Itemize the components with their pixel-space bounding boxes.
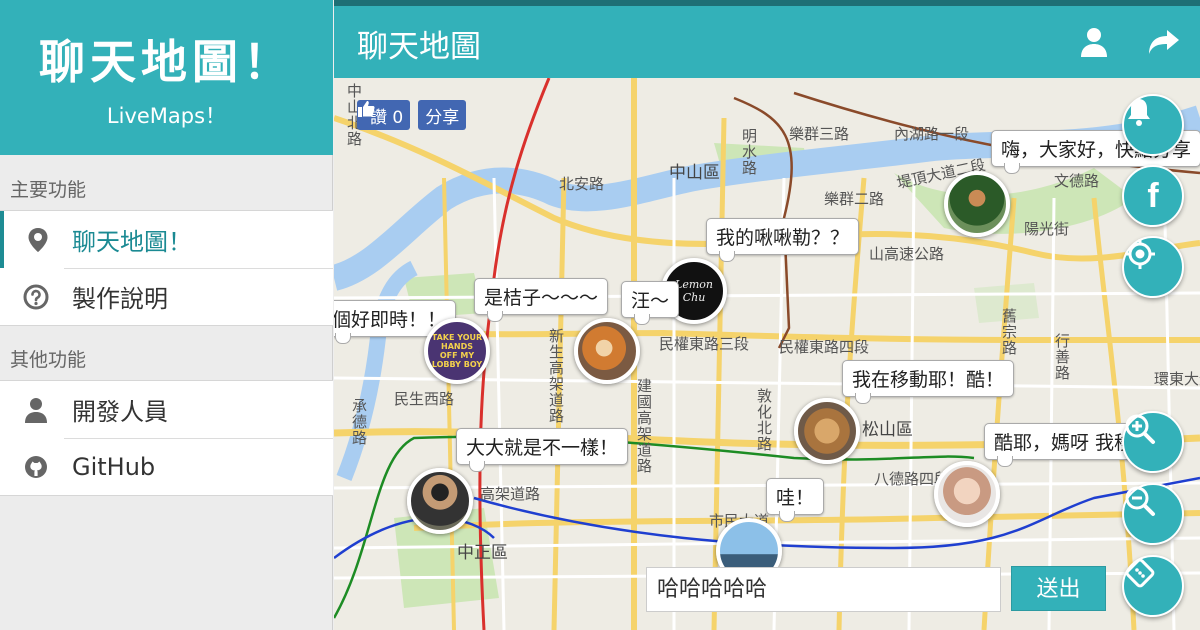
map-label: 新生高架道路 (547, 328, 565, 424)
main-panel: 聊天地圖 中山區 北安路 樂群三路 樂群二路 堤頂大道二段 明水路 內湖路一段 … (334, 0, 1200, 630)
user-icon[interactable] (1074, 22, 1114, 62)
sidebar: 聊天地圖！ LiveMaps！ 主要功能 聊天地圖！ 製作說明 其他功能 開發人… (0, 0, 333, 630)
map-label: 樂群三路 (789, 125, 850, 143)
map-label: 樂群二路 (824, 190, 885, 208)
map-pin-icon (4, 227, 72, 253)
chat-bubble: 汪～ (621, 281, 680, 325)
map-label: 北安路 (559, 175, 605, 193)
brand-title: 聊天地圖！ (39, 35, 294, 89)
facebook-icon: f (1147, 176, 1159, 215)
app-root: 聊天地圖！ LiveMaps！ 主要功能 聊天地圖！ 製作說明 其他功能 開發人… (0, 0, 1200, 630)
avatar-man-outdoors[interactable] (944, 171, 1010, 237)
app-header: 聊天地圖 (334, 0, 1200, 78)
brand-subtitle: LiveMaps！ (106, 104, 227, 128)
map-label: 陽光街 (1024, 220, 1070, 238)
avatar-lobby-boy[interactable]: TAKE YOUR HANDS OFF MY LOBBY BOY (424, 318, 490, 384)
menu-item-label: 聊天地圖！ (72, 228, 192, 256)
map-label: 明水路 (740, 128, 758, 176)
zoom-in-button[interactable] (1122, 411, 1184, 473)
chat-message-input[interactable]: 哈哈哈哈哈 (646, 567, 1001, 612)
map-label: 松山區 (862, 420, 913, 440)
menu-item-label: 製作說明 (72, 285, 168, 313)
map-label: 民權東路四段 (779, 338, 870, 356)
fb-share-button[interactable]: 分享 (418, 100, 467, 130)
locate-button[interactable] (1122, 236, 1184, 298)
facebook-like-widget: 讚 0 分享 (357, 100, 467, 130)
user-icon (0, 397, 72, 423)
facebook-button[interactable]: f (1122, 165, 1184, 227)
send-button[interactable]: 送出 (1011, 566, 1106, 611)
chat-bubble: 是桔子～～～ (474, 278, 609, 322)
zoom-out-button[interactable] (1122, 483, 1184, 545)
share-arrow-icon[interactable] (1144, 22, 1184, 62)
fb-like-button[interactable]: 讚 0 (357, 100, 411, 130)
menu-item-github[interactable]: GitHub (0, 438, 333, 495)
chat-bubble: 哇！ (766, 478, 825, 522)
map-label: 承德路 (350, 398, 368, 446)
menu-item-label: 開發人員 (72, 398, 168, 426)
map-label: 行善路 (1053, 333, 1071, 381)
help-circle-icon (0, 284, 72, 310)
map-label: 中山區 (669, 163, 720, 183)
chat-bubble: 大大就是不一樣！ (456, 428, 629, 472)
avatar-child[interactable] (934, 461, 1000, 527)
menu-item-how-made[interactable]: 製作說明 (0, 268, 333, 325)
map-view[interactable]: 中山區 北安路 樂群三路 樂群二路 堤頂大道二段 明水路 內湖路一段 陽光街 文… (334, 78, 1200, 630)
brand-header: 聊天地圖！ LiveMaps！ (0, 0, 333, 155)
map-label: 環東大道 (1154, 370, 1200, 388)
section-label-other: 其他功能 (10, 349, 87, 371)
section-label-main: 主要功能 (10, 179, 87, 201)
map-label: 舊宗路 (1000, 308, 1018, 356)
menu-group-other: 開發人員 GitHub (0, 380, 333, 496)
map-label: 建國高架道路 (635, 378, 653, 474)
menu-item-developers[interactable]: 開發人員 (0, 381, 333, 438)
map-label: 內湖路一段 (894, 125, 970, 143)
map-label: 中正區 (457, 543, 508, 563)
github-icon (0, 455, 72, 479)
chat-bubble: 我的啾啾勒？？ (706, 218, 860, 262)
page-title: 聊天地圖 (357, 29, 481, 65)
avatar-cat[interactable] (794, 398, 860, 464)
map-label: 高架道路 (480, 485, 541, 503)
notifications-button[interactable] (1122, 94, 1184, 156)
avatar-man-with-hat[interactable] (407, 468, 473, 534)
lobby-boy-badge-text: TAKE YOUR HANDS OFF MY LOBBY BOY (431, 333, 483, 369)
map-label: 民權東路三段 (659, 335, 750, 353)
menu-item-chat-map[interactable]: 聊天地圖！ (0, 211, 333, 268)
map-label: 敦化北路 (755, 388, 773, 452)
menu-item-label: GitHub (72, 452, 156, 481)
map-label: 山高速公路 (869, 245, 945, 263)
menu-group-main: 聊天地圖！ 製作說明 (0, 210, 333, 326)
map-label: 民生西路 (394, 390, 455, 408)
avatar-shiba-dog[interactable] (574, 318, 640, 384)
map-label: 文德路 (1054, 172, 1100, 190)
map-style-button[interactable] (1122, 555, 1184, 617)
chat-bubble: 我在移動耶！酷！ (842, 360, 1015, 404)
